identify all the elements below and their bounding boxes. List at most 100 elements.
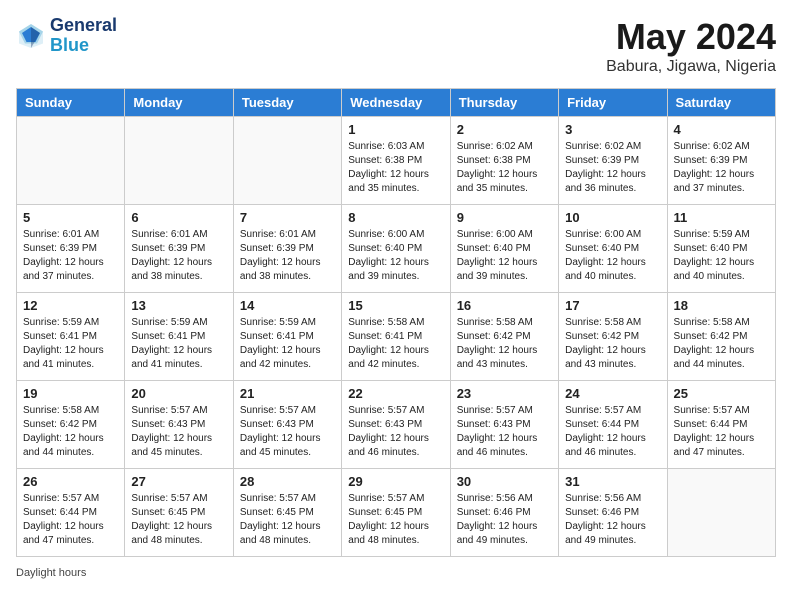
day-number: 25 (674, 386, 769, 401)
day-info: Sunrise: 5:57 AM Sunset: 6:43 PM Dayligh… (240, 404, 335, 460)
calendar-day-cell (125, 117, 233, 205)
calendar-day-cell: 10 Sunrise: 6:00 AM Sunset: 6:40 PM Dayli… (559, 205, 667, 293)
day-info: Sunrise: 5:58 AM Sunset: 6:42 PM Dayligh… (565, 316, 660, 372)
day-number: 31 (565, 474, 660, 489)
day-info: Sunrise: 5:57 AM Sunset: 6:45 PM Dayligh… (131, 492, 226, 548)
calendar-day-cell: 4Sunrise: 6:02 AM Sunset: 6:39 PM Daylig… (667, 117, 775, 205)
calendar-day-cell: 22 Sunrise: 5:57 AM Sunset: 6:43 PM Dayli… (342, 381, 450, 469)
calendar-day-cell (667, 469, 775, 557)
calendar-day-cell: 26Sunrise: 5:57 AM Sunset: 6:44 PM Dayli… (17, 469, 125, 557)
logo-icon (16, 21, 46, 51)
title-block: May 2024 Babura, Jigawa, Nigeria (606, 16, 776, 76)
day-number: 7 (240, 210, 335, 225)
day-number: 27 (131, 474, 226, 489)
footer: Daylight hours (16, 567, 776, 579)
calendar-day-cell (17, 117, 125, 205)
day-number: 21 (240, 386, 335, 401)
day-info: Sunrise: 5:57 AM Sunset: 6:43 PM Dayligh… (131, 404, 226, 460)
day-info: Sunrise: 6:00 AM Sunset: 6:40 PM Dayligh… (457, 228, 552, 284)
calendar-day-cell: 1 Sunrise: 6:03 AM Sunset: 6:38 PM Daylig… (342, 117, 450, 205)
day-info: Sunrise: 5:58 AM Sunset: 6:42 PM Dayligh… (457, 316, 552, 372)
day-info: Sunrise: 6:00 AM Sunset: 6:40 PM Dayligh… (565, 228, 660, 284)
day-number: 28 (240, 474, 335, 489)
calendar-day-cell: 16 Sunrise: 5:58 AM Sunset: 6:42 PM Dayli… (450, 293, 558, 381)
calendar-day-cell: 28 Sunrise: 5:57 AM Sunset: 6:45 PM Dayli… (233, 469, 341, 557)
weekday-header: Thursday (450, 89, 558, 117)
calendar-day-cell: 9Sunrise: 6:00 AM Sunset: 6:40 PM Daylig… (450, 205, 558, 293)
day-info: Sunrise: 5:59 AM Sunset: 6:40 PM Dayligh… (674, 228, 769, 284)
calendar-week-row: 26Sunrise: 5:57 AM Sunset: 6:44 PM Dayli… (17, 469, 776, 557)
calendar-day-cell: 5 Sunrise: 6:01 AM Sunset: 6:39 PM Daylig… (17, 205, 125, 293)
calendar-day-cell: 31 Sunrise: 5:56 AM Sunset: 6:46 PM Dayli… (559, 469, 667, 557)
day-number: 3 (565, 122, 660, 137)
day-info: Sunrise: 5:59 AM Sunset: 6:41 PM Dayligh… (240, 316, 335, 372)
day-info: Sunrise: 6:01 AM Sunset: 6:39 PM Dayligh… (23, 228, 118, 284)
logo-general: General (50, 16, 117, 36)
calendar-day-cell: 8 Sunrise: 6:00 AM Sunset: 6:40 PM Daylig… (342, 205, 450, 293)
day-info: Sunrise: 5:58 AM Sunset: 6:42 PM Dayligh… (674, 316, 769, 372)
calendar-day-cell: 18Sunrise: 5:58 AM Sunset: 6:42 PM Dayli… (667, 293, 775, 381)
day-info: Sunrise: 5:57 AM Sunset: 6:44 PM Dayligh… (674, 404, 769, 460)
day-number: 12 (23, 298, 118, 313)
day-number: 15 (348, 298, 443, 313)
day-number: 24 (565, 386, 660, 401)
calendar-header-row: SundayMondayTuesdayWednesdayThursdayFrid… (17, 89, 776, 117)
day-info: Sunrise: 5:57 AM Sunset: 6:45 PM Dayligh… (240, 492, 335, 548)
day-info: Sunrise: 5:57 AM Sunset: 6:43 PM Dayligh… (457, 404, 552, 460)
day-info: Sunrise: 5:57 AM Sunset: 6:43 PM Dayligh… (348, 404, 443, 460)
weekday-header: Sunday (17, 89, 125, 117)
day-number: 10 (565, 210, 660, 225)
calendar-day-cell: 11 Sunrise: 5:59 AM Sunset: 6:40 PM Dayli… (667, 205, 775, 293)
day-info: Sunrise: 5:57 AM Sunset: 6:44 PM Dayligh… (23, 492, 118, 548)
day-number: 29 (348, 474, 443, 489)
day-number: 19 (23, 386, 118, 401)
calendar-day-cell: 24Sunrise: 5:57 AM Sunset: 6:44 PM Dayli… (559, 381, 667, 469)
calendar-week-row: 19 Sunrise: 5:58 AM Sunset: 6:42 PM Dayli… (17, 381, 776, 469)
day-number: 2 (457, 122, 552, 137)
calendar-day-cell: 21 Sunrise: 5:57 AM Sunset: 6:43 PM Dayli… (233, 381, 341, 469)
day-info: Sunrise: 5:57 AM Sunset: 6:45 PM Dayligh… (348, 492, 443, 548)
day-number: 16 (457, 298, 552, 313)
day-number: 20 (131, 386, 226, 401)
day-info: Sunrise: 6:01 AM Sunset: 6:39 PM Dayligh… (240, 228, 335, 284)
day-number: 13 (131, 298, 226, 313)
logo-blue: Blue (50, 36, 117, 56)
weekday-header: Wednesday (342, 89, 450, 117)
calendar-day-cell: 17Sunrise: 5:58 AM Sunset: 6:42 PM Dayli… (559, 293, 667, 381)
day-number: 4 (674, 122, 769, 137)
calendar-day-cell: 14Sunrise: 5:59 AM Sunset: 6:41 PM Dayli… (233, 293, 341, 381)
day-info: Sunrise: 5:56 AM Sunset: 6:46 PM Dayligh… (457, 492, 552, 548)
day-info: Sunrise: 6:01 AM Sunset: 6:39 PM Dayligh… (131, 228, 226, 284)
day-info: Sunrise: 5:58 AM Sunset: 6:42 PM Dayligh… (23, 404, 118, 460)
day-number: 8 (348, 210, 443, 225)
day-number: 5 (23, 210, 118, 225)
calendar-week-row: 12 Sunrise: 5:59 AM Sunset: 6:41 PM Dayli… (17, 293, 776, 381)
calendar-day-cell: 30 Sunrise: 5:56 AM Sunset: 6:46 PM Dayli… (450, 469, 558, 557)
day-info: Sunrise: 5:59 AM Sunset: 6:41 PM Dayligh… (131, 316, 226, 372)
calendar-day-cell: 20 Sunrise: 5:57 AM Sunset: 6:43 PM Dayli… (125, 381, 233, 469)
day-number: 1 (348, 122, 443, 137)
day-info: Sunrise: 5:58 AM Sunset: 6:41 PM Dayligh… (348, 316, 443, 372)
daylight-label: Daylight hours (16, 567, 86, 579)
day-number: 30 (457, 474, 552, 489)
day-info: Sunrise: 5:56 AM Sunset: 6:46 PM Dayligh… (565, 492, 660, 548)
weekday-header: Monday (125, 89, 233, 117)
page-header: General Blue May 2024 Babura, Jigawa, Ni… (16, 16, 776, 76)
calendar-day-cell: 6Sunrise: 6:01 AM Sunset: 6:39 PM Daylig… (125, 205, 233, 293)
day-number: 23 (457, 386, 552, 401)
day-info: Sunrise: 6:00 AM Sunset: 6:40 PM Dayligh… (348, 228, 443, 284)
calendar-day-cell: 3 Sunrise: 6:02 AM Sunset: 6:39 PM Daylig… (559, 117, 667, 205)
calendar-day-cell: 19 Sunrise: 5:58 AM Sunset: 6:42 PM Dayli… (17, 381, 125, 469)
calendar-table: SundayMondayTuesdayWednesdayThursdayFrid… (16, 88, 776, 557)
day-info: Sunrise: 6:02 AM Sunset: 6:39 PM Dayligh… (565, 140, 660, 196)
month-title: May 2024 (606, 16, 776, 58)
calendar-day-cell: 23 Sunrise: 5:57 AM Sunset: 6:43 PM Dayli… (450, 381, 558, 469)
day-info: Sunrise: 6:03 AM Sunset: 6:38 PM Dayligh… (348, 140, 443, 196)
calendar-day-cell: 13 Sunrise: 5:59 AM Sunset: 6:41 PM Dayli… (125, 293, 233, 381)
logo: General Blue (16, 16, 117, 56)
day-number: 22 (348, 386, 443, 401)
weekday-header: Saturday (667, 89, 775, 117)
day-number: 11 (674, 210, 769, 225)
calendar-day-cell: 7 Sunrise: 6:01 AM Sunset: 6:39 PM Daylig… (233, 205, 341, 293)
calendar-day-cell: 2Sunrise: 6:02 AM Sunset: 6:38 PM Daylig… (450, 117, 558, 205)
